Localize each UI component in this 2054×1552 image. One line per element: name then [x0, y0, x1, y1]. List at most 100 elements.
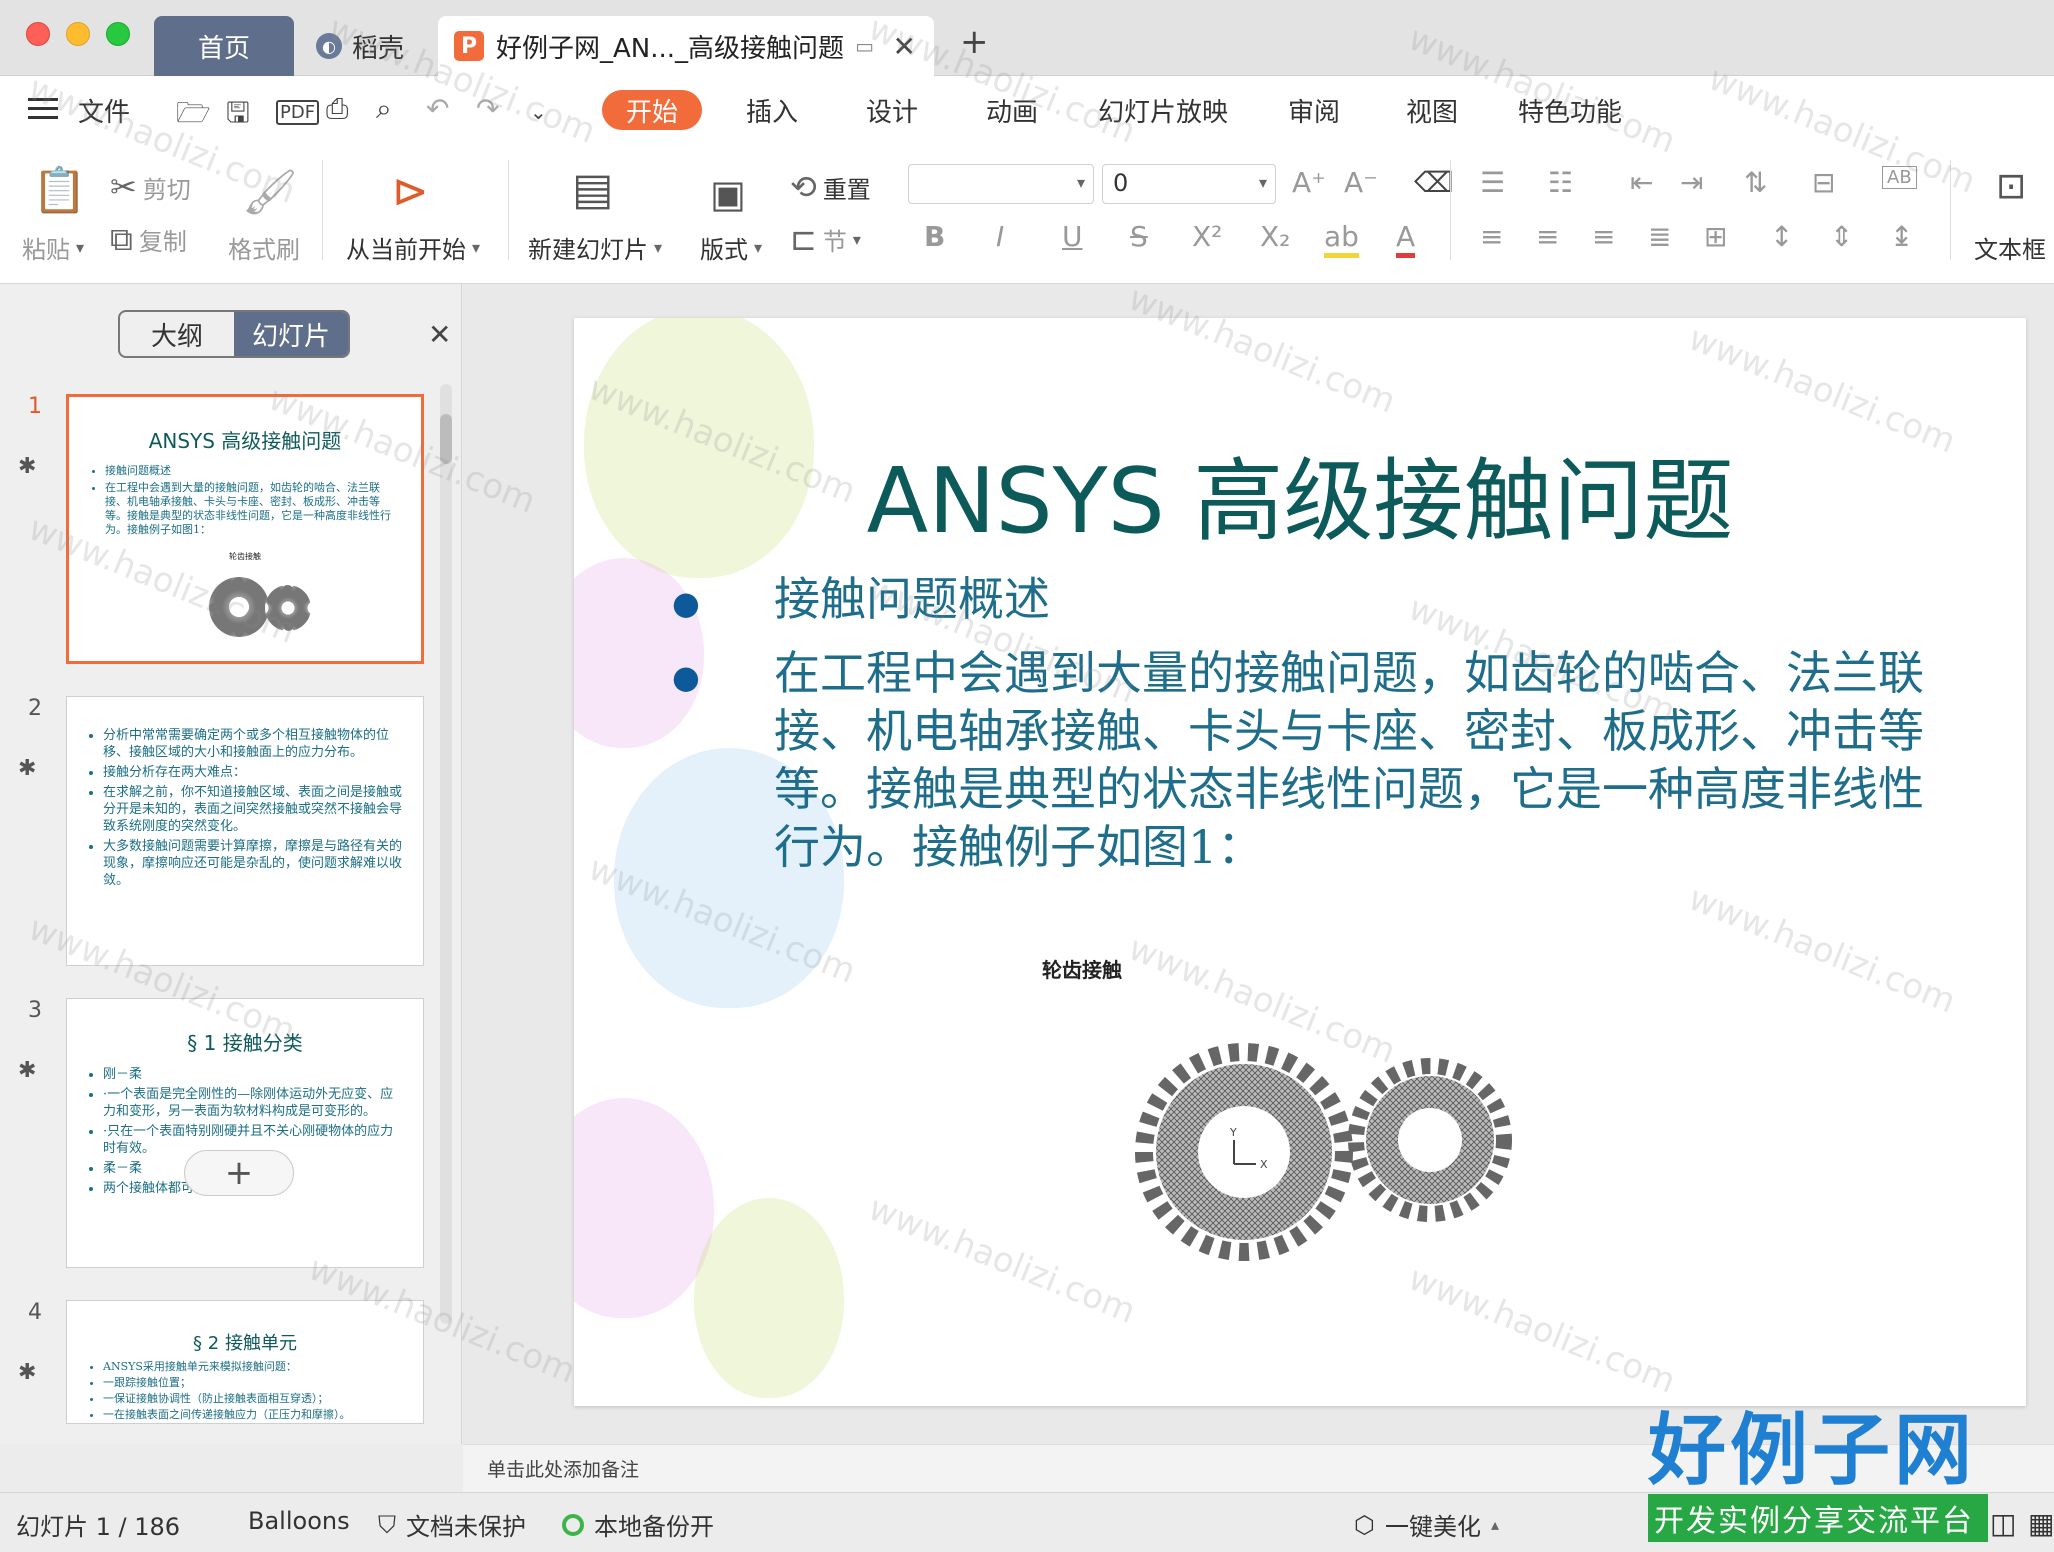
- increase-font-icon[interactable]: A⁺: [1292, 166, 1326, 199]
- underline-icon[interactable]: U: [1062, 220, 1083, 253]
- decrease-font-icon[interactable]: A⁻: [1344, 166, 1378, 199]
- sort-icon[interactable]: ⇅: [1744, 166, 1767, 199]
- tab-daoke[interactable]: ◐ 稻壳: [306, 16, 426, 76]
- figure-caption: 轮齿接触: [1042, 958, 1122, 982]
- slide-thumbnail-2[interactable]: 分析中常常需要确定两个或多个相互接触物体的位移、接触区域的大小和接触面上的应力分…: [66, 696, 424, 966]
- paragraph-settings-icon[interactable]: ↨: [1890, 220, 1913, 253]
- current-slide[interactable]: ANSYS 高级接触问题 ● 接触问题概述 ● 在工程中会遇到大量的接触问题，如…: [574, 318, 2026, 1406]
- tab-home[interactable]: 首页: [154, 16, 294, 76]
- tab-home-ribbon[interactable]: 开始: [602, 90, 703, 130]
- tab-view[interactable]: 视图: [1406, 90, 1458, 130]
- italic-icon[interactable]: I: [996, 220, 1004, 253]
- text-box-align-icon[interactable]: ⊟: [1812, 166, 1835, 199]
- tab-slideshow[interactable]: 幻灯片放映: [1098, 90, 1228, 130]
- document-protection[interactable]: ⛉ 文档未保护: [378, 1507, 526, 1542]
- close-panel-icon[interactable]: ✕: [428, 318, 451, 351]
- strikethrough-icon[interactable]: S: [1130, 220, 1148, 253]
- animation-star-icon: ✱: [18, 756, 37, 781]
- format-painter-button[interactable]: 格式刷: [228, 230, 300, 265]
- print-preview-icon[interactable]: ⌕: [376, 92, 392, 126]
- section-label: 节: [822, 227, 847, 256]
- reset-button[interactable]: ⟲ 重置: [790, 168, 871, 206]
- thumb-bullet: 刚－柔: [103, 1066, 403, 1083]
- local-backup[interactable]: 本地备份开: [562, 1507, 714, 1542]
- monitor-icon[interactable]: ▭: [855, 34, 874, 58]
- grid-view-icon[interactable]: ▦: [2028, 1507, 2054, 1540]
- thumb-bullet: 接触分析存在两大难点：: [103, 764, 403, 781]
- cut-button[interactable]: ✂ 剪切: [110, 168, 191, 206]
- slides-tab[interactable]: 幻灯片: [234, 312, 348, 356]
- minimize-window-button[interactable]: [66, 22, 90, 46]
- textbox-button[interactable]: 文本框: [1974, 230, 2046, 265]
- add-slide-button[interactable]: +: [184, 1150, 294, 1196]
- clear-format-icon[interactable]: ⌫: [1414, 166, 1454, 199]
- close-window-button[interactable]: [26, 22, 50, 46]
- export-pdf-icon[interactable]: PDF: [276, 100, 320, 125]
- slide-bullet-text: 接触问题概述: [774, 572, 1050, 626]
- paste-button[interactable]: 粘贴 ▾: [22, 230, 84, 265]
- file-menu[interactable]: 文件: [78, 92, 130, 129]
- redo-icon[interactable]: ↷: [476, 92, 499, 125]
- layout-button[interactable]: 版式 ▾: [700, 230, 762, 265]
- copy-button[interactable]: ⧉ 复制: [110, 220, 187, 259]
- layout-icon: ▣: [710, 172, 746, 216]
- numbered-list-icon[interactable]: ☷: [1548, 166, 1573, 199]
- slide-number: 2: [28, 696, 42, 721]
- tab-insert[interactable]: 插入: [746, 90, 798, 130]
- justify-icon[interactable]: ≣: [1648, 220, 1671, 253]
- paste-icon[interactable]: 📋: [32, 164, 87, 216]
- increase-indent-icon[interactable]: ⇥: [1680, 166, 1703, 199]
- tab-animation[interactable]: 动画: [986, 90, 1038, 130]
- distribute-icon[interactable]: ⊞: [1704, 220, 1727, 253]
- tab-daoke-label: 稻壳: [352, 33, 405, 64]
- play-dropdown-icon: ▾: [472, 238, 481, 257]
- maximize-window-button[interactable]: [106, 22, 130, 46]
- slide-thumbnail-1[interactable]: ANSYS 高级接触问题 接触问题概述 在工程中会遇到大量的接触问题，如齿轮的啮…: [66, 394, 424, 664]
- align-center-icon[interactable]: ≡: [1536, 220, 1559, 253]
- tab-review[interactable]: 审阅: [1288, 90, 1340, 130]
- font-family-select[interactable]: ▾: [908, 164, 1094, 204]
- bold-icon[interactable]: B: [924, 220, 945, 253]
- print-icon[interactable]: ⎙: [326, 92, 348, 126]
- panel-scrollbar[interactable]: [440, 384, 452, 1324]
- play-from-current-button[interactable]: 从当前开始 ▾: [346, 230, 480, 265]
- font-size-value: 0: [1113, 169, 1129, 197]
- save-icon[interactable]: 🖫: [226, 92, 250, 140]
- section-button[interactable]: ⊏ 节 ▾: [790, 220, 861, 258]
- add-tab-button[interactable]: +: [960, 22, 989, 62]
- open-folder-icon[interactable]: 🗁: [176, 92, 211, 140]
- animation-star-icon: ✱: [18, 454, 37, 479]
- slide-thumbnail-3[interactable]: § 1 接触分类 刚－柔 ·一个表面是完全刚性的—除刚体运动外无应变、应力和变形…: [66, 998, 424, 1268]
- undo-icon[interactable]: ↶: [426, 92, 449, 125]
- slide-title[interactable]: ANSYS 高级接触问题: [574, 428, 2026, 558]
- play-from-current-label: 从当前开始: [346, 236, 466, 264]
- text-direction-icon[interactable]: AB: [1882, 166, 1917, 189]
- align-left-icon[interactable]: ≡: [1480, 220, 1503, 253]
- bullet-list-icon[interactable]: ☰: [1480, 166, 1505, 199]
- panel-view-toggle: 大纲 幻灯片: [118, 310, 350, 358]
- one-click-beautify[interactable]: ⬡ 一键美化 ▴: [1354, 1507, 1499, 1542]
- superscript-icon[interactable]: X²: [1192, 220, 1222, 253]
- font-size-select[interactable]: 0 ▾: [1102, 164, 1276, 204]
- paragraph-spacing-icon[interactable]: ⇕: [1830, 220, 1853, 253]
- decrease-indent-icon[interactable]: ⇤: [1630, 166, 1653, 199]
- highlight-icon[interactable]: ab: [1324, 220, 1359, 258]
- thumb-bullet: 一在接触表面之间传递接触应力（正压力和摩擦）。: [103, 1407, 403, 1422]
- slide-thumbnail-4[interactable]: § 2 接触单元 ANSYS采用接触单元来模拟接触问题： 一跟踪接触位置； 一保…: [66, 1300, 424, 1424]
- font-color-icon[interactable]: A: [1396, 220, 1416, 258]
- thumb-title: § 1 接触分类: [187, 1031, 303, 1055]
- subscript-icon[interactable]: X₂: [1260, 220, 1290, 253]
- panel-scrollbar-thumb[interactable]: [440, 414, 452, 464]
- align-right-icon[interactable]: ≡: [1592, 220, 1615, 253]
- customize-quick-access-icon[interactable]: ⌄: [530, 100, 547, 124]
- hamburger-menu-icon[interactable]: [28, 98, 58, 120]
- line-spacing-icon[interactable]: ↕: [1770, 220, 1793, 253]
- tab-document[interactable]: P 好例子网_AN..._高级接触问题 ▭ ✕: [438, 16, 934, 76]
- new-slide-button[interactable]: 新建幻灯片 ▾: [528, 230, 662, 265]
- theme-name[interactable]: Balloons: [248, 1507, 350, 1535]
- tab-design[interactable]: 设计: [866, 90, 918, 130]
- outline-tab[interactable]: 大纲: [120, 312, 234, 356]
- slide-body[interactable]: ● 接触问题概述 ● 在工程中会遇到大量的接触问题，如齿轮的啮合、法兰联接、机电…: [664, 570, 1924, 888]
- tab-special-features[interactable]: 特色功能: [1518, 90, 1622, 130]
- close-tab-icon[interactable]: ✕: [893, 30, 916, 63]
